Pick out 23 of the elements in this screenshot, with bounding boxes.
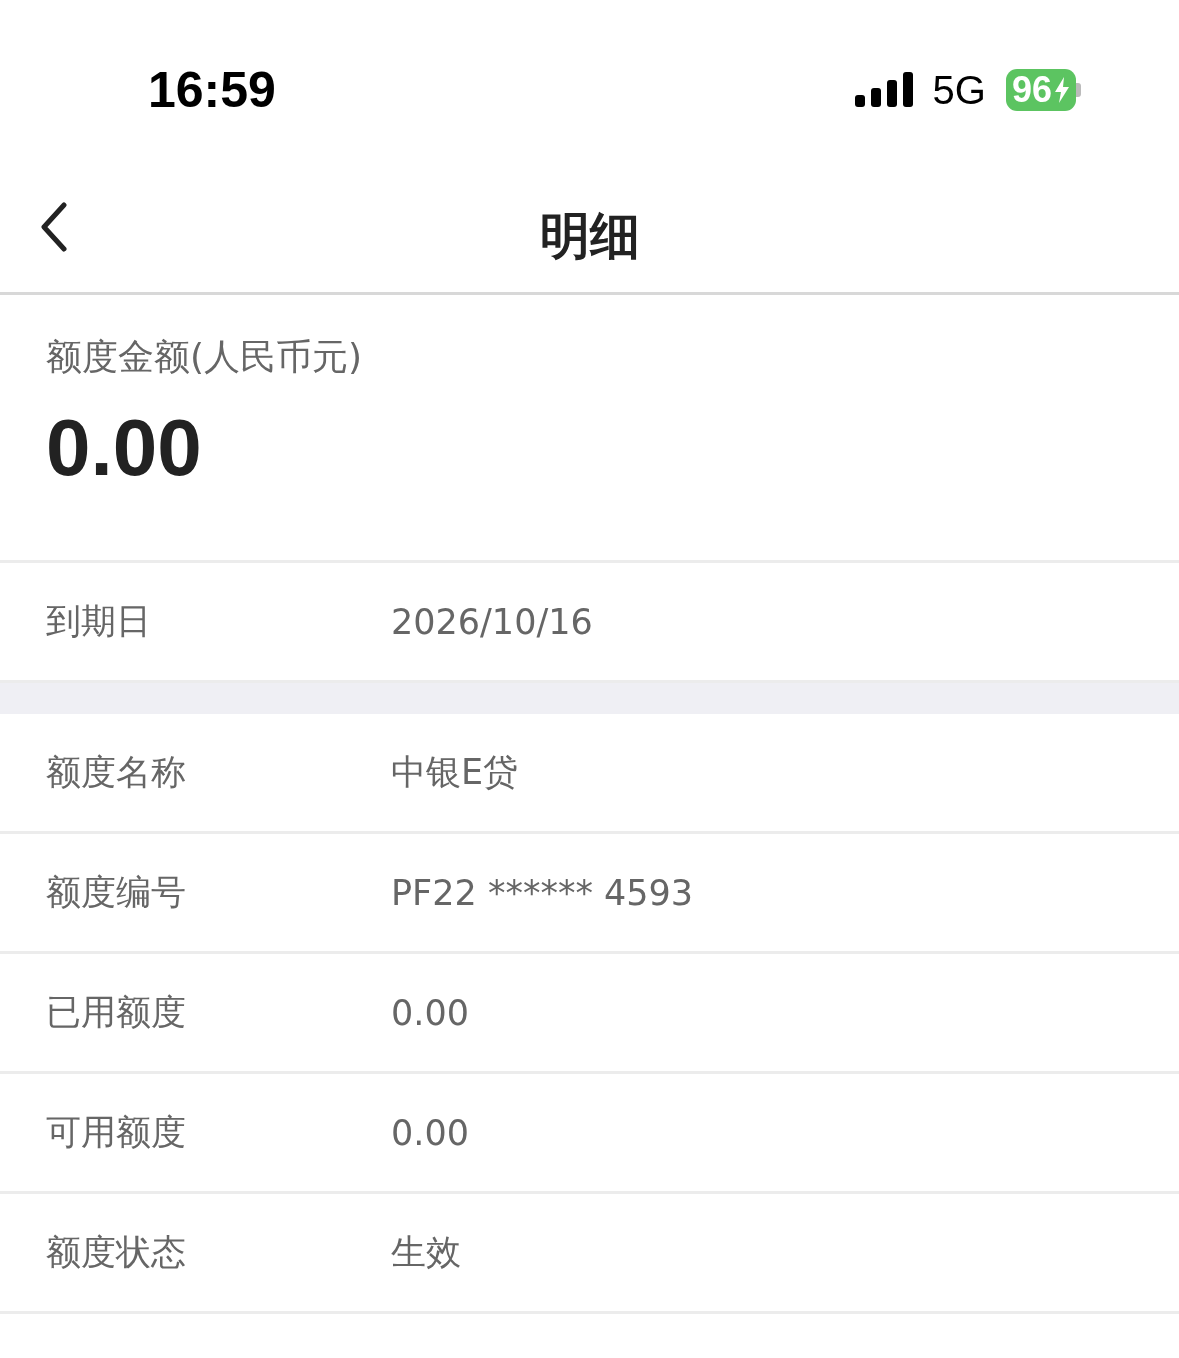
field-label: 额度状态	[46, 1231, 187, 1274]
amount-label: 额度金额(人民币元)	[46, 335, 364, 379]
amount-value: 0.00	[46, 402, 203, 494]
field-value: 2026/10/16	[391, 601, 593, 642]
field-value: PF22 ****** 4593	[391, 872, 694, 913]
field-value: 0.00	[391, 992, 469, 1033]
back-button[interactable]	[38, 202, 70, 252]
field-label: 可用额度	[46, 1111, 187, 1154]
field-value: 0.00	[391, 1112, 469, 1153]
clock: 16:59	[148, 61, 276, 119]
field-label: 已用额度	[46, 991, 187, 1034]
field-label: 到期日	[46, 600, 152, 643]
battery-tip-icon	[1076, 83, 1081, 97]
battery-level: 96	[1011, 69, 1052, 111]
field-label: 额度名称	[46, 751, 187, 794]
field-value: 中银E贷	[391, 751, 519, 794]
field-label: 额度编号	[46, 871, 187, 914]
network-label: 5G	[932, 67, 986, 113]
signal-icon	[854, 71, 915, 109]
back-icon	[38, 202, 70, 252]
charging-icon	[1054, 77, 1070, 103]
page-title: 明细	[539, 205, 640, 267]
field-value: 生效	[391, 1231, 461, 1274]
